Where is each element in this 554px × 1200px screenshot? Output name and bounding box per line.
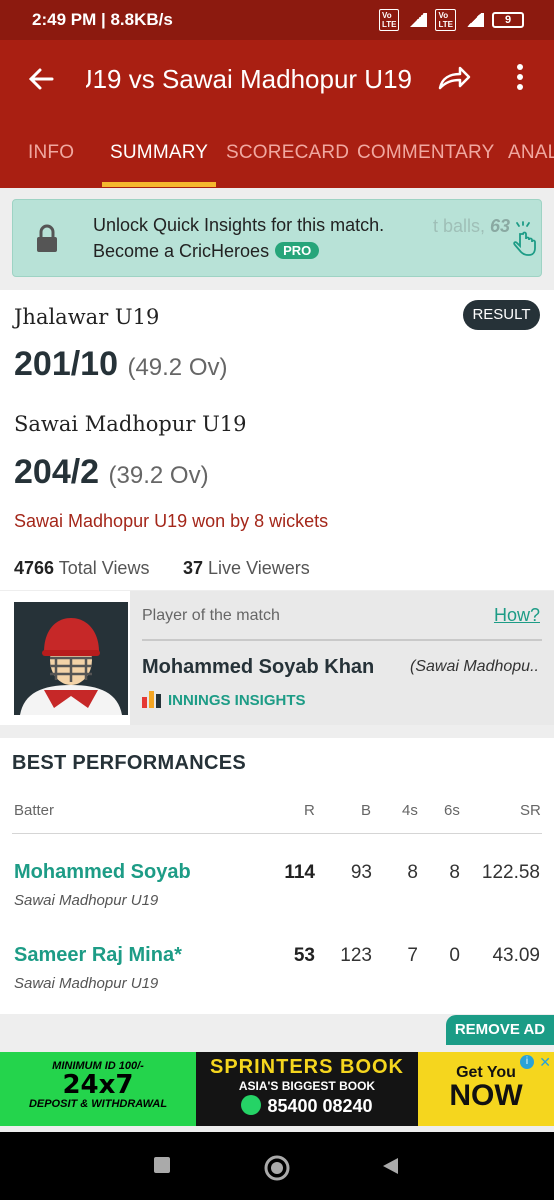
- tap-hand-icon: [507, 220, 537, 258]
- recents-button[interactable]: [153, 1156, 171, 1179]
- team1-name: Jhalawar U19: [14, 305, 160, 329]
- col-balls: B: [361, 802, 372, 819]
- insight-line1: Unlock Quick Insights for this match.: [93, 215, 385, 235]
- ad-now: NOW: [449, 1079, 523, 1112]
- ad-panel-left: MINIMUM ID 100/- 24x7 DEPOSIT & WITHDRAW…: [0, 1052, 196, 1126]
- more-options-icon[interactable]: [508, 60, 532, 100]
- ad-brand: SPRINTERS BOOK: [209, 1056, 405, 1078]
- col-sr: SR: [520, 802, 541, 819]
- col-sixes: 6s: [444, 802, 460, 819]
- batter-fours: 7: [407, 945, 418, 966]
- tab-indicator: [102, 182, 216, 187]
- back-arrow-icon[interactable]: [24, 62, 58, 96]
- tab-analysis[interactable]: ANALYSIS: [508, 142, 554, 164]
- batter-team: Sawai Madhopur U19: [14, 892, 159, 909]
- batter-runs: 114: [284, 862, 315, 883]
- batter-balls: 93: [350, 862, 372, 883]
- ad-panel-right: Get You NOW i ✕: [418, 1052, 554, 1126]
- result-text: Sawai Madhopur U19 won by 8 wickets: [14, 511, 329, 531]
- quick-insights-banner[interactable]: t balls, 63 Unlock Quick Insights for th…: [12, 199, 542, 277]
- best-performances: BEST PERFORMANCES Batter R B 4s 6s SR Mo…: [0, 738, 554, 1014]
- potm-panel: Player of the match How? Mohammed Soyab …: [130, 591, 554, 725]
- tab-commentary[interactable]: COMMENTARY: [357, 142, 494, 164]
- insight-line2: Become a CricHeroes PRO: [93, 241, 320, 262]
- ad-phone: 85400 08240: [196, 1095, 418, 1117]
- team1-overs: (49.2 Ov): [127, 354, 228, 381]
- home-button[interactable]: [263, 1154, 291, 1187]
- col-runs: R: [304, 802, 315, 819]
- ad-deposit: DEPOSIT & WITHDRAWAL: [28, 1098, 168, 1110]
- how-link[interactable]: How?: [494, 605, 540, 626]
- header-divider: [12, 833, 542, 834]
- result-badge: RESULT: [463, 300, 540, 330]
- ad-banner[interactable]: MINIMUM ID 100/- 24x7 DEPOSIT & WITHDRAW…: [0, 1052, 554, 1126]
- tab-scorecard[interactable]: SCORECARD: [226, 142, 349, 164]
- bar-chart-icon: [142, 688, 162, 712]
- status-bar: 2:49 PM | 8.8KB/s Vo LTE Vo LTE 9: [0, 0, 554, 40]
- potm-label: Player of the match: [142, 607, 280, 624]
- batter-runs: 53: [293, 945, 315, 966]
- system-nav-bar: [0, 1132, 554, 1200]
- team1-score: 201/10 (49.2 Ov): [14, 345, 228, 383]
- total-views: 4766 Total Views: [14, 558, 150, 578]
- remove-ad-button[interactable]: REMOVE AD: [446, 1015, 554, 1045]
- team2-name: Sawai Madhopur U19: [14, 412, 247, 436]
- innings-insights-link[interactable]: INNINGS INSIGHTS: [142, 688, 306, 712]
- match-result-card: Jhalawar U19 RESULT 201/10 (49.2 Ov) Saw…: [0, 290, 554, 590]
- batter-name[interactable]: Mohammed Soyab: [14, 861, 191, 884]
- potm-player-team: (Sawai Madhopu..: [410, 658, 539, 675]
- battery-icon: 9: [492, 12, 524, 28]
- ad-24x7: 24x7: [62, 1070, 134, 1100]
- pro-badge: PRO: [275, 242, 320, 259]
- live-viewers: 37 Live Viewers: [183, 558, 310, 578]
- batter-name[interactable]: Sameer Raj Mina*: [14, 944, 182, 967]
- batter-balls: 123: [340, 945, 372, 966]
- ad-close-icon[interactable]: ✕: [539, 1054, 551, 1071]
- team2-overs: (39.2 Ov): [108, 462, 209, 489]
- col-batter: Batter: [14, 802, 55, 819]
- batter-strike-rate: 43.09: [492, 945, 540, 966]
- tab-summary[interactable]: SUMMARY: [110, 142, 208, 164]
- batter-fours: 8: [407, 862, 418, 883]
- ad-info-icon[interactable]: i: [520, 1055, 534, 1069]
- match-tabs: INFO SUMMARY SCORECARD COMMENTARY ANALYS…: [0, 136, 554, 188]
- status-icons: Vo LTE Vo LTE 9: [378, 9, 524, 31]
- blurred-insight-text: t balls, 63: [433, 216, 511, 236]
- back-button[interactable]: [380, 1156, 400, 1181]
- batter-team: Sawai Madhopur U19: [14, 975, 159, 992]
- ad-tagline: ASIA'S BIGGEST BOOK: [238, 1079, 376, 1093]
- batter-sixes: 8: [449, 862, 460, 883]
- whatsapp-icon: [241, 1095, 262, 1115]
- col-fours: 4s: [402, 802, 418, 819]
- team2-score: 204/2 (39.2 Ov): [14, 453, 209, 491]
- tab-info[interactable]: INFO: [28, 142, 74, 164]
- share-icon[interactable]: [436, 60, 472, 96]
- status-time: 2:49 PM | 8.8KB/s: [32, 10, 173, 29]
- signal-icon-2: [464, 13, 484, 27]
- batter-sixes: 0: [449, 945, 460, 966]
- lock-icon: [35, 224, 59, 254]
- ad-panel-center: SPRINTERS BOOK ASIA'S BIGGEST BOOK 85400…: [196, 1052, 418, 1126]
- volte-icon-2: Vo LTE: [435, 9, 456, 31]
- best-performances-title: BEST PERFORMANCES: [12, 752, 247, 774]
- potm-divider: [142, 639, 542, 641]
- signal-icon: [407, 13, 428, 27]
- player-of-the-match[interactable]: Player of the match How? Mohammed Soyab …: [0, 591, 554, 725]
- match-title: Jhalawar U19 vs Sawai Madhopur U19: [86, 64, 412, 94]
- batter-strike-rate: 122.58: [481, 862, 540, 883]
- app-bar: Jhalawar U19 vs Sawai Madhopur U19 INFO …: [0, 40, 554, 188]
- volte-icon: Vo LTE: [378, 9, 400, 31]
- potm-player-name[interactable]: Mohammed Soyab Khan: [142, 656, 374, 679]
- player-avatar: [14, 602, 128, 715]
